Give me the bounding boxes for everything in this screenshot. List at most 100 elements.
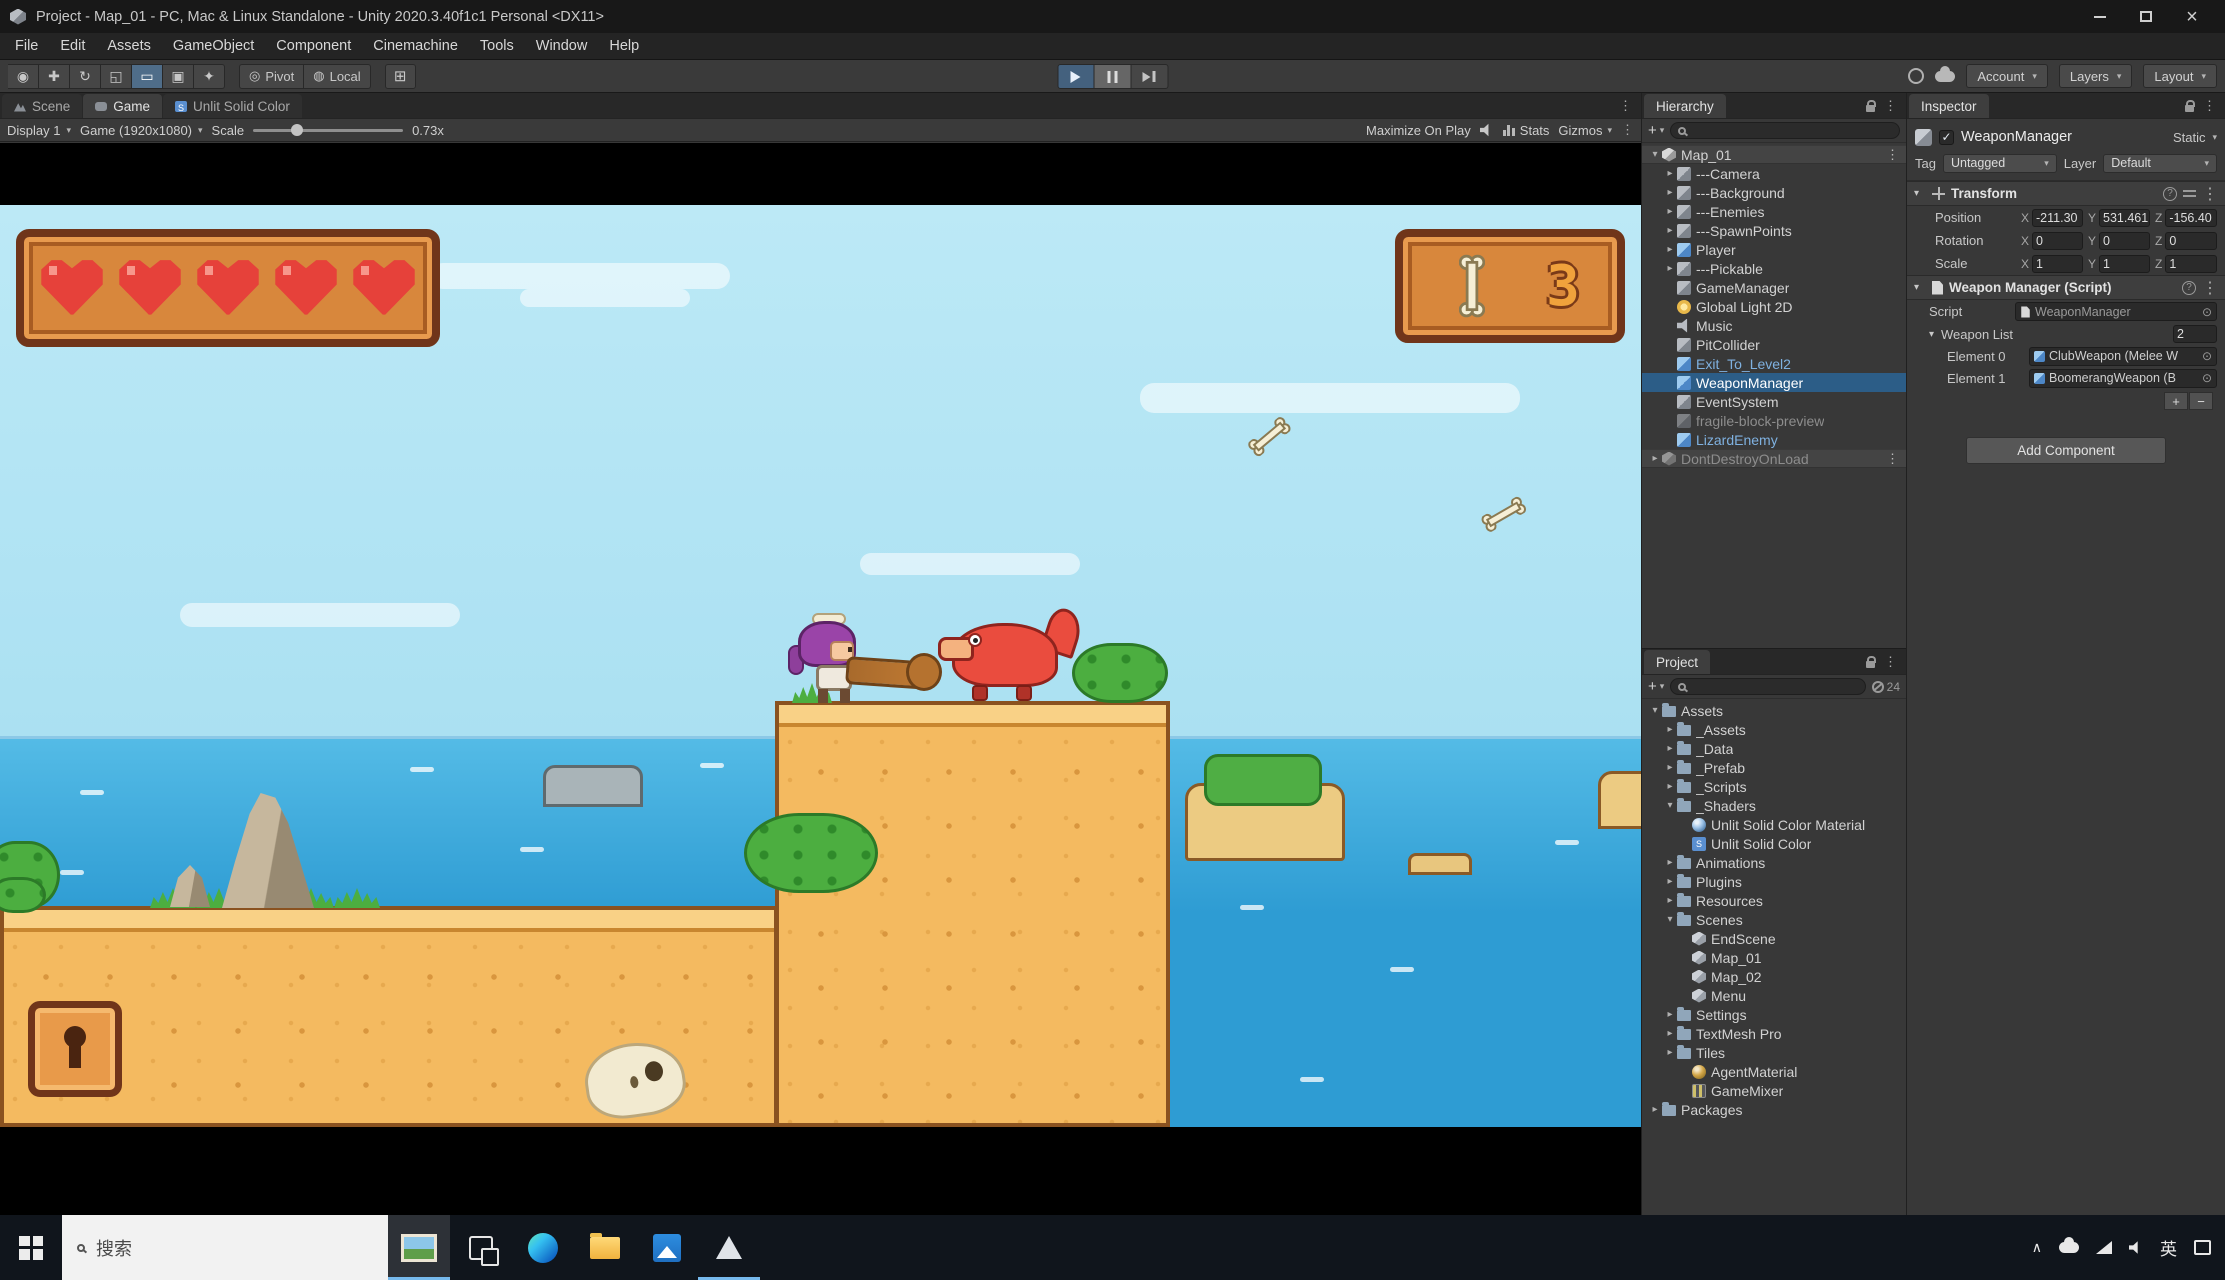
project-row[interactable]: ▸ Settings xyxy=(1642,1005,1906,1024)
object-picker-icon[interactable]: ⊙ xyxy=(2202,305,2212,319)
taskbar-app-unity[interactable] xyxy=(698,1215,760,1280)
z-field[interactable]: 1 xyxy=(2165,255,2217,273)
hierarchy-row[interactable]: ▸ ---Background xyxy=(1642,183,1906,202)
project-row[interactable]: ▸ _Prefab xyxy=(1642,758,1906,777)
hierarchy-row[interactable]: ▸ DontDestroyOnLoad ⋮ xyxy=(1642,449,1906,468)
foldout-arrow-icon[interactable]: ▾ xyxy=(1929,329,1941,340)
scale-tool[interactable]: ◱ xyxy=(101,64,132,89)
project-row[interactable]: ▸ _Scripts xyxy=(1642,777,1906,796)
project-row[interactable]: ▾ _Shaders xyxy=(1642,796,1906,815)
project-search-input[interactable] xyxy=(1670,678,1865,695)
foldout-arrow-icon[interactable]: ▸ xyxy=(1663,244,1677,255)
project-row[interactable]: ▸ _Data xyxy=(1642,739,1906,758)
hierarchy-row[interactable]: ▸ ---Camera xyxy=(1642,164,1906,183)
tag-dropdown[interactable]: Untagged▾ xyxy=(1943,154,2057,173)
lock-icon[interactable] xyxy=(1866,105,1875,112)
menu-item[interactable]: Component xyxy=(265,33,362,59)
y-field[interactable]: 531.461 xyxy=(2099,209,2150,227)
tab-game[interactable]: Game xyxy=(83,94,162,118)
foldout-arrow-icon[interactable]: ▸ xyxy=(1663,895,1677,906)
foldout-arrow-icon[interactable]: ▸ xyxy=(1663,187,1677,198)
project-row[interactable]: Unlit Solid Color Material xyxy=(1642,815,1906,834)
project-row[interactable]: ▸ Tiles xyxy=(1642,1043,1906,1062)
menu-item[interactable]: GameObject xyxy=(162,33,265,59)
play-button[interactable] xyxy=(1057,64,1094,89)
taskbar-search-input[interactable]: 搜索 xyxy=(62,1215,388,1280)
taskbar-app-screenshot[interactable] xyxy=(388,1215,450,1280)
hierarchy-row[interactable]: GameManager xyxy=(1642,278,1906,297)
foldout-arrow-icon[interactable]: ▸ xyxy=(1663,857,1677,868)
help-icon[interactable]: ? xyxy=(2182,281,2196,295)
layer-dropdown[interactable]: Default▾ xyxy=(2103,154,2217,173)
hierarchy-row[interactable]: Music xyxy=(1642,316,1906,335)
hierarchy-row[interactable]: fragile-block-preview xyxy=(1642,411,1906,430)
tab-project[interactable]: Project xyxy=(1644,650,1710,674)
stats-button[interactable]: Stats xyxy=(1503,123,1550,138)
gizmos-dropdown[interactable]: Gizmos▾ xyxy=(1558,123,1612,138)
hierarchy-row[interactable]: ▸ ---SpawnPoints xyxy=(1642,221,1906,240)
remove-element-button[interactable]: − xyxy=(2189,392,2213,410)
menu-item[interactable]: Window xyxy=(525,33,599,59)
menu-item[interactable]: Edit xyxy=(49,33,96,59)
minimize-button[interactable] xyxy=(2077,0,2123,33)
pane-menu-icon[interactable]: ⋮ xyxy=(2203,98,2216,114)
local-toggle-button[interactable]: ◍Local xyxy=(304,64,370,89)
hierarchy-search-input[interactable] xyxy=(1670,122,1900,139)
taskbar-app-photos[interactable] xyxy=(636,1215,698,1280)
chevron-down-icon[interactable]: ▾ xyxy=(2212,132,2217,143)
project-row[interactable]: ▸ Resources xyxy=(1642,891,1906,910)
notification-center-icon[interactable] xyxy=(2194,1240,2211,1255)
onedrive-icon[interactable] xyxy=(2059,1242,2079,1253)
cloud-icon[interactable] xyxy=(1935,71,1955,82)
foldout-arrow-icon[interactable]: ▸ xyxy=(1648,1104,1662,1115)
hierarchy-row[interactable]: Exit_To_Level2 xyxy=(1642,354,1906,373)
project-row[interactable]: ▸ _Assets xyxy=(1642,720,1906,739)
project-row[interactable]: ▾ Scenes xyxy=(1642,910,1906,929)
list-size-field[interactable]: 2 xyxy=(2173,325,2217,343)
view-tool[interactable]: ◉ xyxy=(8,64,39,89)
project-row[interactable]: Map_01 xyxy=(1642,948,1906,967)
project-row[interactable]: ▾ Assets xyxy=(1642,701,1906,720)
menu-item[interactable]: Tools xyxy=(469,33,525,59)
preset-icon[interactable] xyxy=(2183,188,2196,199)
hierarchy-row[interactable]: Global Light 2D xyxy=(1642,297,1906,316)
display-dropdown[interactable]: Display 1▾ xyxy=(7,123,71,138)
start-button[interactable] xyxy=(0,1215,62,1280)
collab-icon[interactable] xyxy=(1908,68,1924,84)
z-field[interactable]: 0 xyxy=(2165,232,2217,250)
task-view-button[interactable] xyxy=(450,1215,512,1280)
row-options-icon[interactable]: ⋮ xyxy=(1886,451,1906,467)
script-object-field[interactable]: WeaponManager ⊙ xyxy=(2015,302,2217,321)
project-row[interactable]: Menu xyxy=(1642,986,1906,1005)
menu-item[interactable]: Assets xyxy=(96,33,162,59)
pane-menu-icon[interactable]: ⋮ xyxy=(1884,654,1897,670)
foldout-arrow-icon[interactable]: ▸ xyxy=(1663,743,1677,754)
add-element-button[interactable]: + xyxy=(2164,392,2188,410)
menu-item[interactable]: Help xyxy=(598,33,650,59)
x-field[interactable]: 1 xyxy=(2032,255,2083,273)
create-button[interactable]: +▾ xyxy=(1648,678,1664,695)
object-picker-icon[interactable]: ⊙ xyxy=(2202,349,2212,363)
gameobject-cube-icon[interactable] xyxy=(1915,129,1932,146)
foldout-arrow-icon[interactable]: ▸ xyxy=(1663,168,1677,179)
tab-scene[interactable]: Scene xyxy=(2,94,82,118)
row-options-icon[interactable]: ⋮ xyxy=(1886,147,1906,163)
project-row[interactable]: GameMixer xyxy=(1642,1081,1906,1100)
x-field[interactable]: -211.30 xyxy=(2032,209,2083,227)
script-component-header[interactable]: ▾ Weapon Manager (Script) ? ⋮ xyxy=(1907,275,2225,300)
foldout-arrow-icon[interactable]: ▸ xyxy=(1663,724,1677,735)
pause-button[interactable] xyxy=(1094,64,1131,89)
scale-slider[interactable] xyxy=(253,129,403,132)
menu-item[interactable]: File xyxy=(4,33,49,59)
maximize-on-play-button[interactable]: Maximize On Play xyxy=(1366,123,1471,138)
pivot-toggle-button[interactable]: ◎Pivot xyxy=(239,64,304,89)
foldout-arrow-icon[interactable]: ▾ xyxy=(1648,705,1662,716)
hierarchy-row[interactable]: ▸ ---Enemies xyxy=(1642,202,1906,221)
project-row[interactable]: ▸ TextMesh Pro xyxy=(1642,1024,1906,1043)
foldout-arrow-icon[interactable]: ▸ xyxy=(1663,1009,1677,1020)
object-picker-icon[interactable]: ⊙ xyxy=(2202,371,2212,385)
y-field[interactable]: 0 xyxy=(2099,232,2150,250)
hierarchy-row[interactable]: ▾ Map_01 ⋮ xyxy=(1642,145,1906,164)
rotate-tool[interactable]: ↻ xyxy=(70,64,101,89)
move-tool[interactable]: ✚ xyxy=(39,64,70,89)
